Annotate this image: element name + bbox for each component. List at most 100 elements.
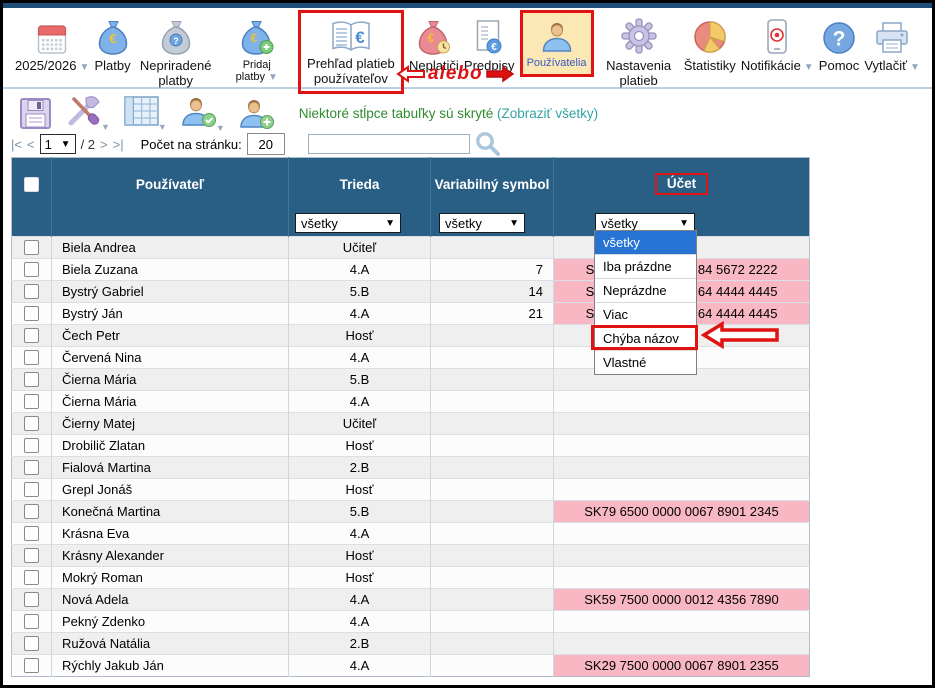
per-page-input[interactable] [247, 133, 285, 155]
dropdown-option[interactable]: Vlastné [595, 350, 696, 374]
row-checkbox[interactable] [24, 526, 39, 541]
row-checkbox[interactable] [24, 570, 39, 585]
select-all-checkbox[interactable] [24, 177, 39, 192]
variable-symbol-cell [431, 545, 554, 567]
next-page-button[interactable]: > [100, 137, 108, 152]
person-icon [539, 14, 575, 54]
svg-text:€: € [355, 28, 365, 47]
search-icon[interactable] [475, 131, 501, 157]
toolbar-item-pomoc[interactable]: ? Pomoc [819, 11, 859, 74]
class-cell: Hosť [289, 479, 431, 501]
row-checkbox[interactable] [24, 482, 39, 497]
vs-filter-value: všetky [445, 216, 482, 231]
question-icon: ? [821, 16, 857, 56]
chevron-down-icon: ▼ [804, 62, 814, 73]
trieda-filter-select[interactable]: všetky▼ [295, 213, 401, 233]
search-input[interactable] [308, 134, 470, 154]
svg-text:€: € [250, 31, 257, 45]
user-name-cell: Bystrý Ján [52, 303, 289, 325]
class-cell: Hosť [289, 435, 431, 457]
table-row: Konečná Martina5.BSK79 6500 0000 0067 89… [12, 501, 810, 523]
row-checkbox-cell [12, 611, 52, 633]
columns-icon[interactable]: ▼ [123, 95, 167, 132]
alebo-annotation: alebo [396, 63, 515, 85]
column-header-ucet[interactable]: Účet [554, 158, 810, 211]
user-name-cell: Nová Adela [52, 589, 289, 611]
user-add-icon[interactable] [238, 96, 276, 130]
row-checkbox[interactable] [24, 240, 39, 255]
page-select[interactable]: 1 ▼ [40, 134, 76, 154]
column-header-variabilny-symbol[interactable]: Variabilný symbol [431, 158, 554, 211]
row-checkbox[interactable] [24, 372, 39, 387]
row-checkbox[interactable] [24, 394, 39, 409]
table-row: Krásny AlexanderHosť [12, 545, 810, 567]
toolbar-item-pridaj-platby[interactable]: € Pridaj platby▼ [221, 11, 293, 84]
row-checkbox[interactable] [24, 438, 39, 453]
variable-symbol-cell [431, 523, 554, 545]
first-page-button[interactable]: |< [11, 137, 22, 152]
dropdown-option[interactable]: Iba prázdne [595, 254, 696, 278]
platby-label: Platby [94, 59, 130, 74]
pagination-bar: |< < 1 ▼ / 2 > >| Počet na stránku: [11, 133, 501, 155]
save-icon[interactable] [19, 97, 52, 130]
dropdown-option[interactable]: Viac [595, 302, 696, 326]
nepriradene-label: Nepriradené platby [136, 59, 216, 88]
row-checkbox[interactable] [24, 592, 39, 607]
user-confirm-icon[interactable]: ▼ [180, 94, 225, 133]
account-cell [554, 457, 810, 479]
row-checkbox-cell [12, 325, 52, 347]
table-row: Drobilič ZlatanHosť [12, 435, 810, 457]
toolbar-item-nepriradene-platby[interactable]: ? Nepriradené platby [136, 11, 216, 88]
row-checkbox[interactable] [24, 350, 39, 365]
row-checkbox[interactable] [24, 658, 39, 673]
show-all-columns-link[interactable]: (Zobraziť všetky) [497, 106, 598, 121]
chevron-down-icon: ▼ [385, 218, 395, 229]
toolbar-item-notifikacie[interactable]: Notifikácie▼ [741, 11, 814, 74]
variable-symbol-cell [431, 347, 554, 369]
toolbar-item-platby[interactable]: € Platby [94, 11, 130, 74]
class-cell: Hosť [289, 567, 431, 589]
row-checkbox[interactable] [24, 614, 39, 629]
last-page-button[interactable]: >| [113, 137, 124, 152]
variabilny-symbol-filter-select[interactable]: všetky▼ [439, 213, 525, 233]
settings-tools-icon[interactable]: ▼ [65, 94, 110, 132]
toolbar-item-school-year[interactable]: 2025/2026▼ [15, 11, 89, 74]
row-checkbox[interactable] [24, 504, 39, 519]
app-window: 2025/2026▼ € Platby ? Nepriradené platby… [0, 0, 935, 688]
svg-text:€: € [109, 31, 116, 46]
row-checkbox[interactable] [24, 460, 39, 475]
payments-book-icon: € [330, 14, 372, 54]
toolbar-item-statistiky[interactable]: Štatistiky [684, 11, 736, 74]
class-cell: 4.A [289, 347, 431, 369]
dropdown-option[interactable]: Chýba názov [595, 326, 696, 350]
row-checkbox[interactable] [24, 284, 39, 299]
column-header-pouzivatel[interactable]: Používateľ [52, 158, 289, 211]
row-checkbox[interactable] [24, 416, 39, 431]
toolbar-item-vytlacit[interactable]: Vytlačiť▼ [864, 11, 920, 74]
toolbar-item-pouzivatelia[interactable]: Používatelia [520, 10, 594, 77]
row-checkbox[interactable] [24, 636, 39, 651]
row-checkbox[interactable] [24, 548, 39, 563]
dropdown-option[interactable]: všetky [595, 231, 696, 254]
svg-text:?: ? [833, 28, 846, 51]
row-checkbox[interactable] [24, 262, 39, 277]
row-checkbox[interactable] [24, 306, 39, 321]
chevron-down-icon: ▼ [679, 218, 689, 229]
class-cell: 4.A [289, 303, 431, 325]
pie-chart-icon [691, 16, 729, 56]
toolbar-item-prehlad-platieb[interactable]: € Prehľad platieb používateľov [298, 10, 404, 94]
row-checkbox-cell [12, 523, 52, 545]
gear-icon [619, 16, 659, 56]
class-cell: 2.B [289, 633, 431, 655]
user-name-cell: Bystrý Gabriel [52, 281, 289, 303]
variable-symbol-cell [431, 369, 554, 391]
toolbar-item-nastavenia-platieb[interactable]: Nastavenia platieb [599, 11, 679, 88]
vytlacit-label: Vytlačiť [864, 58, 907, 73]
prev-page-button[interactable]: < [27, 137, 35, 152]
row-checkbox-cell [12, 545, 52, 567]
table-row: Grepl JonášHosť [12, 479, 810, 501]
dropdown-option[interactable]: Neprázdne [595, 278, 696, 302]
variable-symbol-cell [431, 479, 554, 501]
column-header-trieda[interactable]: Trieda [289, 158, 431, 211]
row-checkbox[interactable] [24, 328, 39, 343]
